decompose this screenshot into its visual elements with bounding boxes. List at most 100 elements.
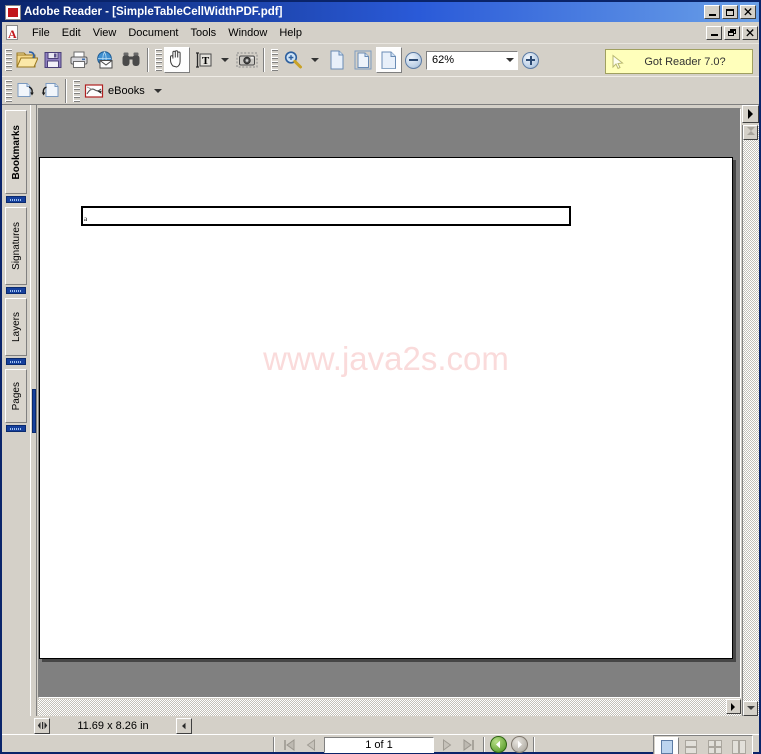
zoom-level-value[interactable]: 62% xyxy=(427,54,503,66)
search-icon[interactable] xyxy=(118,47,144,73)
adobe-reader-icon xyxy=(5,4,21,20)
sidebar-tab-pages[interactable]: Pages xyxy=(5,369,27,423)
hand-tool-icon[interactable] xyxy=(164,47,190,73)
sidebar-tab-signatures[interactable]: Signatures xyxy=(5,207,27,285)
splitter-handle[interactable] xyxy=(32,388,36,433)
page-navigation-group: 1 of 1 xyxy=(270,736,538,753)
secondary-toolbar: eBooks xyxy=(2,76,759,105)
pdf-logo-icon: A xyxy=(6,24,18,41)
toolbar-grip-tools[interactable] xyxy=(155,49,162,71)
pdf-page: a www.java2s.com xyxy=(39,157,733,659)
page-number-field[interactable]: 1 of 1 xyxy=(324,736,434,753)
scroll-up-button[interactable] xyxy=(743,125,758,140)
nav-separator-left xyxy=(273,737,275,752)
sidebar-grip-bookmarks[interactable] xyxy=(6,196,26,203)
ebooks-dropdown-icon[interactable] xyxy=(153,88,162,93)
status-bar-row-2: 1 of 1 xyxy=(2,734,759,754)
navigation-splitter[interactable] xyxy=(30,105,37,716)
menu-bar: A File Edit View Document Tools Window H… xyxy=(2,22,759,43)
save-icon[interactable] xyxy=(40,47,66,73)
got-reader-promo-button[interactable]: Got Reader 7.0? xyxy=(605,49,753,74)
open-icon[interactable] xyxy=(14,47,40,73)
document-minimize-button[interactable] xyxy=(706,25,722,40)
document-window-controls xyxy=(706,25,759,40)
actual-size-icon[interactable] xyxy=(324,47,350,73)
zoom-tool-dropdown-icon[interactable] xyxy=(311,58,319,62)
sidebar-grip-layers[interactable] xyxy=(6,358,26,365)
navigation-tab-strip: Bookmarks Signatures Layers Pages xyxy=(5,110,29,711)
svg-text:T: T xyxy=(202,55,210,67)
go-back-icon[interactable] xyxy=(490,736,507,753)
sidebar-tab-pages-label: Pages xyxy=(10,381,22,411)
main-toolbar: T 62% Got Reader 7.0? xyxy=(2,43,759,76)
facing-layout-icon[interactable] xyxy=(727,737,751,754)
menu-item-document[interactable]: Document xyxy=(122,24,184,42)
page-layout-group xyxy=(653,735,753,754)
toolbar-separator-3 xyxy=(65,78,67,103)
zoom-dropdown-icon[interactable] xyxy=(503,58,517,62)
document-restore-button[interactable] xyxy=(724,25,740,40)
ebooks-label[interactable]: eBooks xyxy=(106,85,149,97)
zoom-in-button[interactable] xyxy=(522,51,539,69)
got-reader-promo-label: Got Reader 7.0? xyxy=(644,55,726,68)
previous-page-icon[interactable] xyxy=(300,737,322,753)
menu-item-tools[interactable]: Tools xyxy=(185,24,223,42)
snapshot-icon[interactable] xyxy=(234,47,260,73)
toolbar-grip-file[interactable] xyxy=(5,49,12,71)
document-viewport[interactable]: a www.java2s.com xyxy=(38,108,741,698)
nav-separator-right xyxy=(483,737,485,752)
fit-page-icon[interactable] xyxy=(350,47,376,73)
menu-item-edit[interactable]: Edit xyxy=(56,24,87,42)
select-text-dropdown-icon[interactable] xyxy=(221,58,229,62)
continuous-facing-layout-icon[interactable] xyxy=(703,737,727,754)
sidebar-tab-bookmarks[interactable]: Bookmarks xyxy=(5,110,27,194)
go-forward-icon[interactable] xyxy=(511,736,528,753)
ebooks-icon[interactable] xyxy=(82,79,106,103)
pdf-table: a xyxy=(81,206,571,226)
scroll-down-button[interactable] xyxy=(743,701,758,716)
maximize-button[interactable] xyxy=(722,5,738,19)
toolbar-separator-1 xyxy=(147,48,149,72)
zoom-level-combobox[interactable]: 62% xyxy=(426,50,518,70)
next-view-icon[interactable] xyxy=(38,79,62,103)
last-page-icon[interactable] xyxy=(458,737,480,753)
scroll-right-button[interactable] xyxy=(726,699,741,714)
page-size-panel: 11.69 x 8.26 in xyxy=(34,717,192,734)
first-page-icon[interactable] xyxy=(278,737,300,753)
toolbar-grip-ebooks[interactable] xyxy=(73,79,80,102)
close-button[interactable] xyxy=(740,5,756,19)
email-icon[interactable] xyxy=(92,47,118,73)
menu-item-view[interactable]: View xyxy=(87,24,123,42)
next-page-icon[interactable] xyxy=(436,737,458,753)
horizontal-scrollbar[interactable] xyxy=(38,699,741,716)
document-close-button[interactable] xyxy=(742,25,758,40)
title-bar: Adobe Reader - [SimpleTableCellWidthPDF.… xyxy=(2,2,759,22)
zoom-in-magnifier-icon[interactable] xyxy=(280,47,306,73)
vertical-scrollbar[interactable] xyxy=(742,125,759,716)
nav-separator-far-right xyxy=(533,737,535,752)
fit-width-icon[interactable] xyxy=(376,47,402,73)
main-content-area: Bookmarks Signatures Layers Pages a www.… xyxy=(2,105,759,716)
resize-grip-icon[interactable] xyxy=(34,717,50,734)
select-text-icon[interactable]: T xyxy=(190,47,216,73)
sidebar-tab-bookmarks-label: Bookmarks xyxy=(10,124,22,180)
sidebar-grip-pages[interactable] xyxy=(6,425,26,432)
window-title: Adobe Reader - [SimpleTableCellWidthPDF.… xyxy=(24,6,283,18)
previous-view-icon[interactable] xyxy=(14,79,38,103)
print-icon[interactable] xyxy=(66,47,92,73)
menu-item-window[interactable]: Window xyxy=(222,24,273,42)
sidebar-tab-layers[interactable]: Layers xyxy=(5,298,27,356)
toolbar-grip-nav[interactable] xyxy=(5,79,12,102)
toolbar-grip-zoom[interactable] xyxy=(271,49,278,71)
continuous-layout-icon[interactable] xyxy=(679,737,703,754)
toolbar-overflow-button[interactable] xyxy=(742,105,759,123)
pdf-table-cell-text: a xyxy=(84,215,88,223)
sidebar-tab-layers-label: Layers xyxy=(10,311,22,342)
sidebar-grip-signatures[interactable] xyxy=(6,287,26,294)
single-page-layout-icon[interactable] xyxy=(655,736,679,754)
menu-item-help[interactable]: Help xyxy=(273,24,308,42)
zoom-out-button[interactable] xyxy=(405,51,422,69)
menu-item-file[interactable]: File xyxy=(26,24,56,42)
minimize-button[interactable] xyxy=(704,5,720,19)
page-size-scroll-left-button[interactable] xyxy=(176,717,192,734)
